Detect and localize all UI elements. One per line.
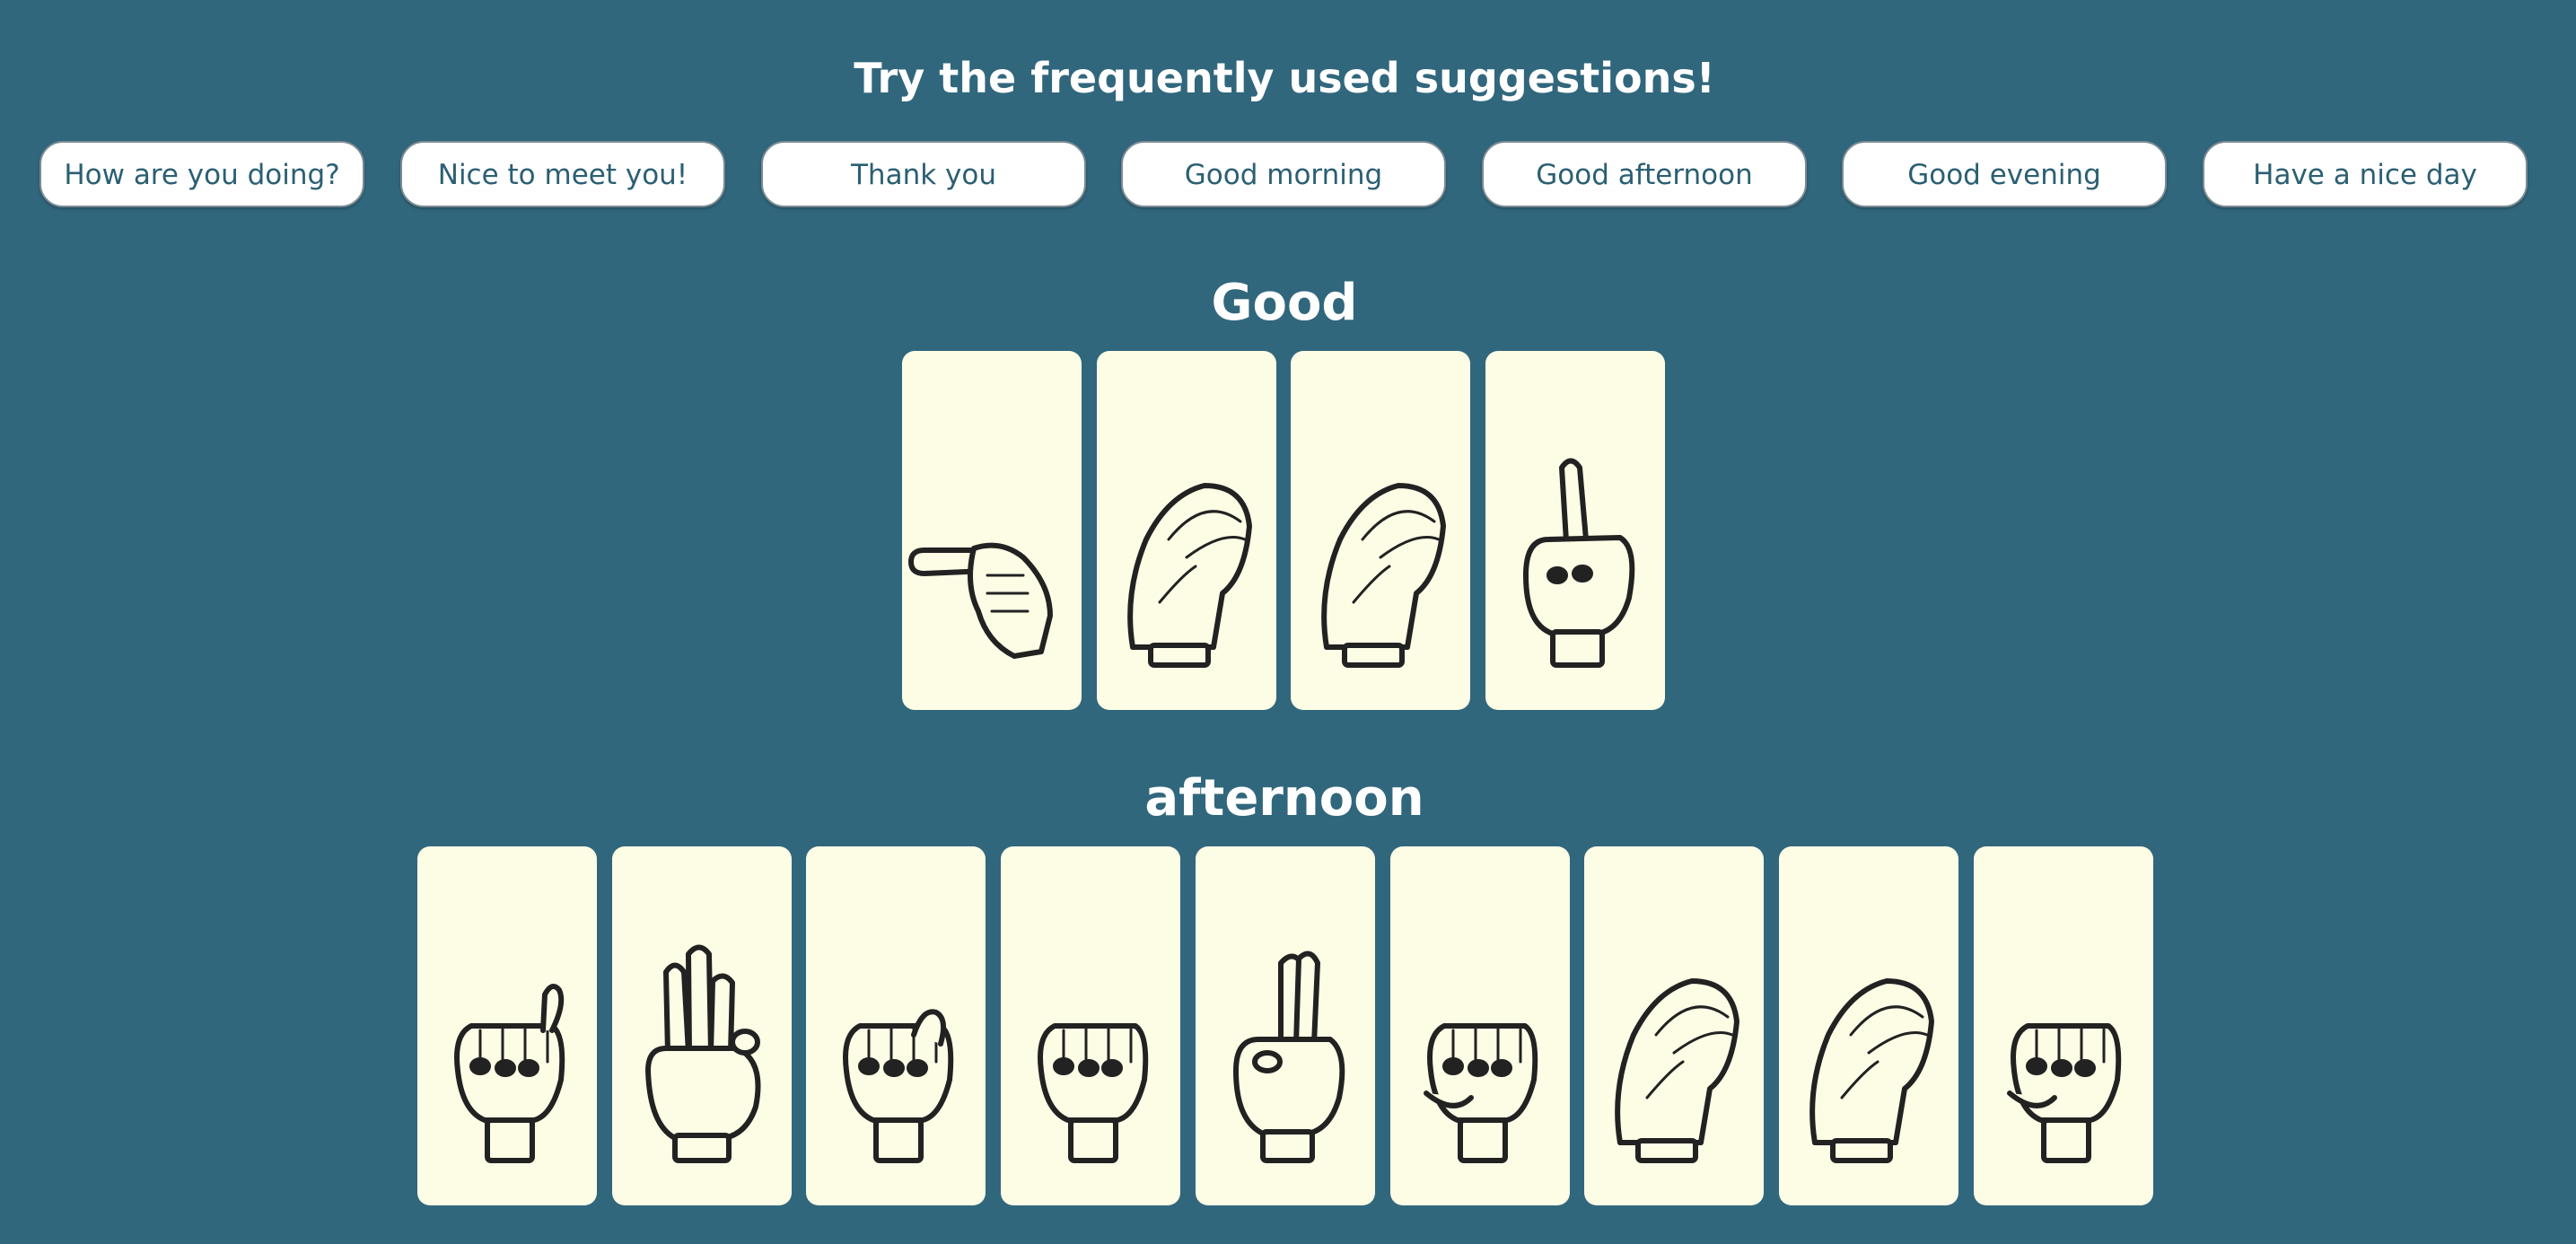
suggestion-how-are-you-doing[interactable]: How are you doing?: [39, 141, 364, 207]
sign-card: [1389, 846, 1570, 1205]
word-title-good: Good: [1211, 274, 1358, 332]
suggestion-good-morning[interactable]: Good morning: [1121, 141, 1446, 207]
sign-row-good: [902, 351, 1666, 712]
sign-card: [806, 846, 986, 1205]
sign-card: [1778, 846, 1958, 1205]
sign-card: [417, 846, 597, 1205]
sign-card: [1291, 351, 1471, 710]
suggestion-thank-you[interactable]: Thank you: [761, 141, 1086, 207]
suggestions-heading: Try the frequently used suggestions!: [854, 54, 1715, 102]
suggestion-list: How are you doing? Nice to meet you! Tha…: [39, 141, 2528, 209]
sign-card: [1096, 351, 1276, 710]
suggestion-good-afternoon[interactable]: Good afternoon: [1482, 141, 1807, 207]
sign-card: [1195, 846, 1375, 1205]
sign-row-afternoon: [417, 846, 2153, 1207]
sign-card: [1973, 846, 2153, 1205]
suggestion-nice-to-meet-you[interactable]: Nice to meet you!: [400, 141, 725, 207]
sign-card: [1001, 846, 1181, 1205]
word-title-afternoon: afternoon: [1144, 769, 1424, 828]
sign-card: [1485, 351, 1666, 710]
sign-card: [611, 846, 792, 1205]
suggestion-have-a-nice-day[interactable]: Have a nice day: [2203, 141, 2528, 207]
sign-card: [1584, 846, 1765, 1205]
suggestion-good-evening[interactable]: Good evening: [1842, 141, 2167, 207]
sign-card: [902, 351, 1082, 710]
